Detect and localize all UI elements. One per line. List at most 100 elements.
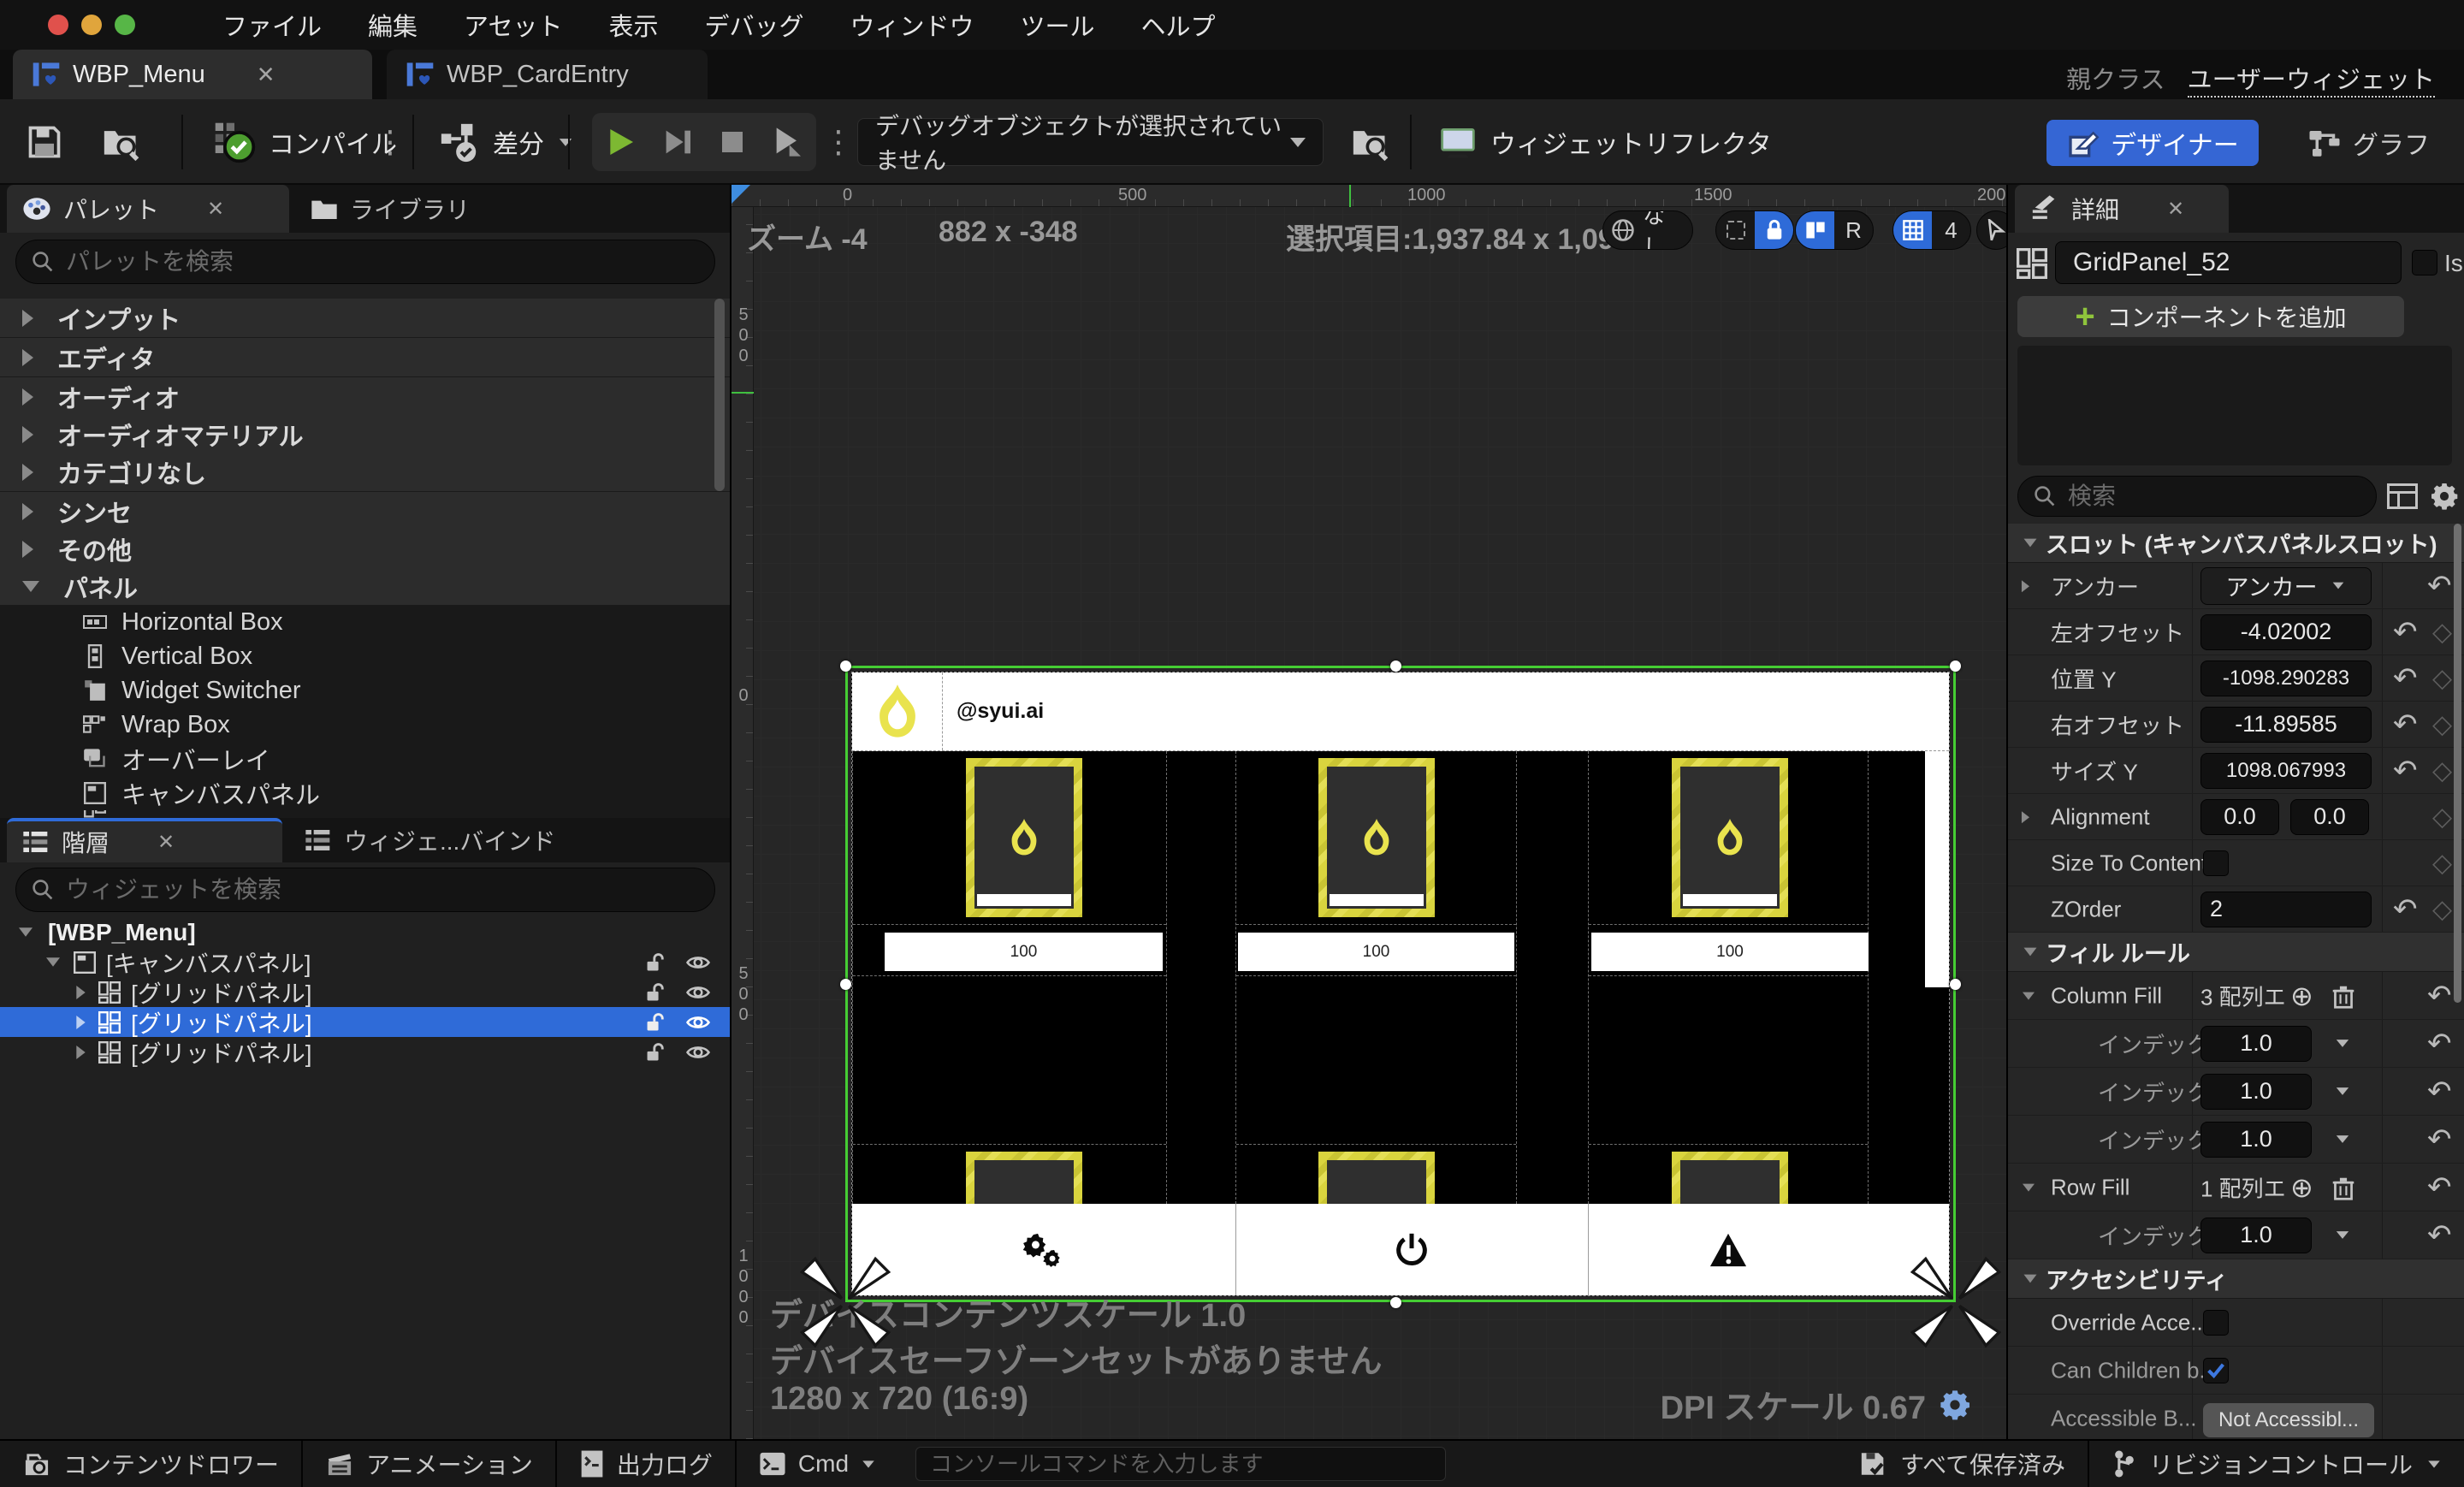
index-field[interactable]: 1.0 <box>2200 1026 2312 1062</box>
bind-diamond-icon[interactable]: ◇ <box>2432 617 2452 647</box>
browse-content-button[interactable] <box>101 99 142 185</box>
accessibility-section-header[interactable]: アクセシビリティ <box>2008 1259 2464 1299</box>
menu-edit[interactable]: 編集 <box>345 7 441 43</box>
content-drawer-button[interactable]: コンテンツドロワー <box>0 1441 301 1487</box>
minimize-window-icon[interactable] <box>81 15 102 35</box>
palette-category-panel[interactable]: パネル <box>0 567 730 607</box>
bind-diamond-icon[interactable]: ◇ <box>2432 755 2452 785</box>
palette-search[interactable] <box>15 240 715 284</box>
close-tab-icon[interactable]: ✕ <box>207 197 224 222</box>
tab-widget-bind[interactable]: ウィジェ...バインド <box>289 818 580 862</box>
menu-asset[interactable]: アセット <box>441 7 585 43</box>
is-variable-checkbox[interactable] <box>2412 250 2437 275</box>
animation-button[interactable]: アニメーション <box>303 1441 555 1487</box>
menu-help[interactable]: ヘルプ <box>1118 7 1239 43</box>
expander-icon[interactable] <box>22 349 33 366</box>
reset-icon[interactable]: ↶ <box>2427 1123 2452 1157</box>
reset-icon[interactable]: ↶ <box>2427 979 2452 1013</box>
parent-class-link[interactable]: ユーザーウィジェット <box>2188 67 2435 98</box>
tab-library[interactable]: ライブラリ <box>295 185 552 233</box>
console-input-wrap[interactable] <box>915 1447 1446 1481</box>
designer-mode-button[interactable]: デザイナー <box>2046 120 2259 166</box>
launch-button[interactable] <box>771 125 805 159</box>
grid-snap-toggle[interactable]: 4 <box>1892 210 1971 250</box>
menu-debug[interactable]: デバッグ <box>681 7 826 43</box>
expander-icon[interactable] <box>22 310 33 327</box>
expander-icon[interactable] <box>2022 811 2029 823</box>
resize-handle[interactable] <box>1390 661 1401 672</box>
palette-scrollbar[interactable] <box>714 299 725 491</box>
unlocked-icon[interactable] <box>644 1011 666 1034</box>
palette-category-synth[interactable]: シンセ <box>0 492 730 531</box>
visibility-eye-icon[interactable] <box>685 952 711 973</box>
bind-diamond-icon[interactable]: ◇ <box>2432 894 2452 924</box>
palette-item-vertical-box[interactable]: Vertical Box <box>0 639 730 673</box>
output-log-button[interactable]: 出力ログ <box>557 1441 735 1487</box>
palette-item-widget-switcher[interactable]: Widget Switcher <box>0 673 730 708</box>
menu-view[interactable]: 表示 <box>585 7 681 43</box>
save-button[interactable] <box>26 99 63 185</box>
tab-wbp-cardentry[interactable]: WBP_CardEntry <box>387 50 708 99</box>
hierarchy-search[interactable] <box>15 868 715 912</box>
override-accessibility-checkbox[interactable] <box>2203 1310 2229 1336</box>
frame-skip-button[interactable] <box>660 125 695 159</box>
expander-icon[interactable] <box>76 1046 85 1059</box>
expander-icon[interactable] <box>22 464 33 481</box>
unlocked-icon[interactable] <box>644 1041 666 1063</box>
revision-control-dropdown[interactable]: リビジョンコントロール <box>2089 1441 2464 1487</box>
play-button[interactable] <box>603 125 637 159</box>
reset-icon[interactable]: ↶ <box>2393 754 2418 788</box>
hierarchy-search-input[interactable] <box>66 876 633 903</box>
collapse-icon[interactable] <box>2023 992 2035 999</box>
palette-category-editor[interactable]: エディタ <box>0 338 730 377</box>
index-field[interactable]: 1.0 <box>2200 1217 2312 1253</box>
compile-button[interactable]: コンパイル <box>212 99 397 185</box>
unlocked-icon[interactable] <box>644 951 666 974</box>
palette-category-audio[interactable]: オーディオ <box>0 377 730 417</box>
expander-icon[interactable] <box>22 426 33 443</box>
tab-wbp-menu[interactable]: WBP_Menu ✕ <box>13 50 372 99</box>
index-field[interactable]: 1.0 <box>2200 1074 2312 1110</box>
expander-icon[interactable] <box>22 581 39 592</box>
widget-reflector-button[interactable]: ウィジェットリフレクタ <box>1437 99 1772 185</box>
expander-icon[interactable] <box>22 503 33 520</box>
collapse-icon[interactable] <box>2024 948 2037 957</box>
reset-icon[interactable]: ↶ <box>2427 1170 2452 1205</box>
collapse-icon[interactable] <box>2024 539 2037 548</box>
offset-right-field[interactable]: -11.89585 <box>2200 707 2372 743</box>
bind-diamond-icon[interactable]: ◇ <box>2432 802 2452 832</box>
cursor-tool-button[interactable] <box>1976 210 2006 250</box>
diff-button[interactable]: 差分 <box>438 99 573 185</box>
play-options-button[interactable]: ⋮ <box>823 99 854 185</box>
compile-options-button[interactable]: ⋮ <box>375 99 406 185</box>
tab-hierarchy[interactable]: 階層 ✕ <box>7 818 282 862</box>
delete-elements-icon[interactable] <box>2331 984 2355 1010</box>
resize-corner-arrows[interactable] <box>1909 1255 2003 1349</box>
delete-elements-icon[interactable] <box>2331 1176 2355 1201</box>
close-tab-icon[interactable]: ✕ <box>2167 197 2184 222</box>
palette-item-canvas-panel[interactable]: キャンバスパネル <box>0 776 730 810</box>
details-search-input[interactable] <box>2068 483 2346 510</box>
reset-icon[interactable]: ↶ <box>2427 1027 2452 1061</box>
expander-icon[interactable] <box>19 927 33 936</box>
close-tab-icon[interactable]: ✕ <box>157 830 175 855</box>
fill-rules-section-header[interactable]: フィル ルール <box>2008 933 2464 972</box>
reset-icon[interactable]: ↶ <box>2393 615 2418 649</box>
details-search[interactable] <box>2017 476 2377 517</box>
collapse-icon[interactable] <box>2023 1183 2035 1191</box>
selected-widget-outline[interactable]: @syui.ai 100 100 <box>845 666 1956 1302</box>
tree-row-grid-panel-3[interactable]: [グリッドパネル] <box>0 1037 730 1067</box>
add-component-button[interactable]: + コンポーネントを追加 <box>2017 296 2404 337</box>
palette-item-wrap-box[interactable]: Wrap Box <box>0 708 730 742</box>
visibility-eye-icon[interactable] <box>685 1012 711 1033</box>
bind-diamond-icon[interactable]: ◇ <box>2432 663 2452 693</box>
resize-handle[interactable] <box>1950 661 1961 672</box>
palette-item-overlay[interactable]: オーバーレイ <box>0 742 730 776</box>
palette-category-other[interactable]: その他 <box>0 530 730 569</box>
chevron-down-icon[interactable] <box>2337 1040 2348 1047</box>
expander-icon[interactable] <box>2022 580 2029 592</box>
window-controls[interactable] <box>48 15 148 35</box>
resize-handle[interactable] <box>840 979 851 990</box>
close-window-icon[interactable] <box>48 15 68 35</box>
bind-diamond-icon[interactable]: ◇ <box>2432 709 2452 739</box>
